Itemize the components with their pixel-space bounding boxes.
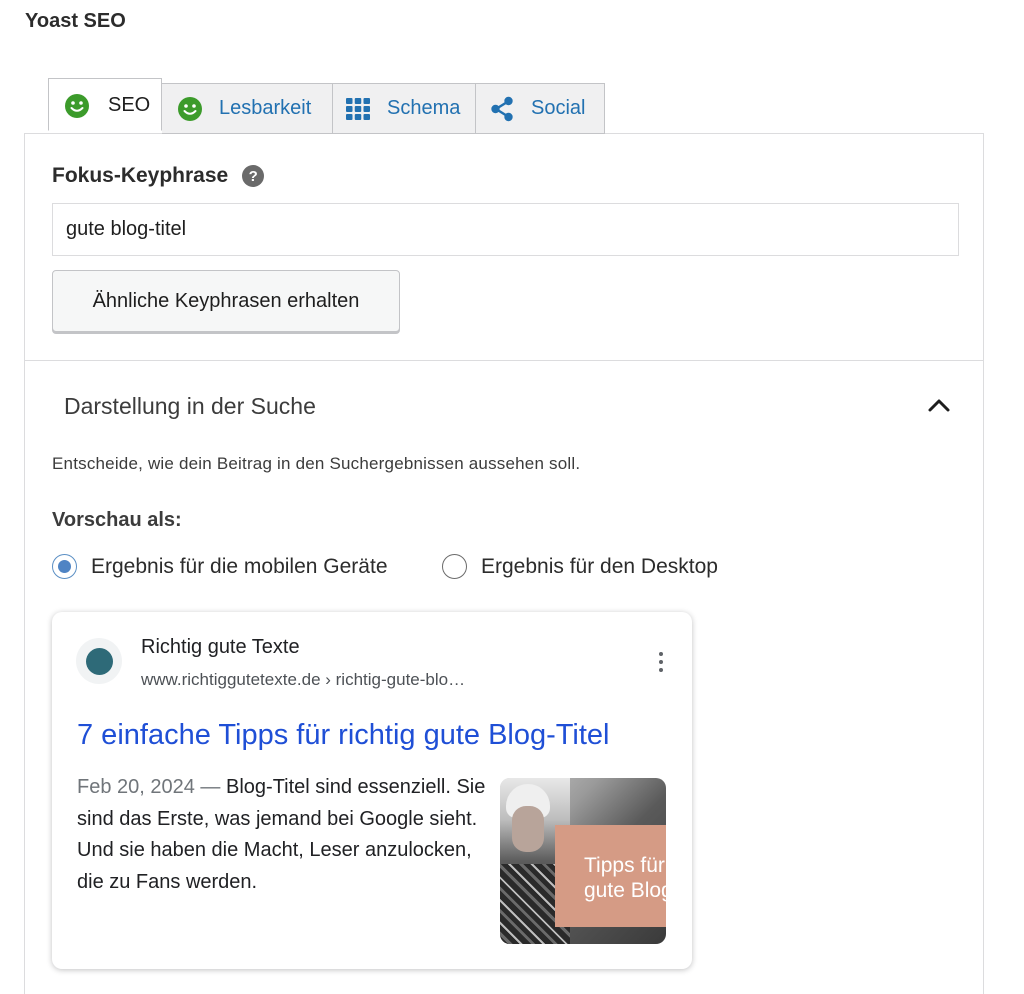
grid-icon — [345, 96, 371, 122]
radio-mobile-result[interactable]: Ergebnis für die mobilen Geräte — [52, 554, 388, 579]
tab-social[interactable]: Social — [476, 83, 605, 134]
preview-snippet: Feb 20, 2024 — Blog-Titel sind essenziel… — [77, 772, 487, 898]
share-icon — [489, 96, 515, 122]
favicon-icon — [85, 647, 113, 675]
smiley-icon — [177, 96, 203, 122]
tab-schema-label: Schema — [387, 97, 461, 119]
tab-seo[interactable]: SEO — [48, 78, 162, 131]
help-icon[interactable]: ? — [242, 165, 265, 187]
preview-title[interactable]: 7 einfache Tipps für richtig gute Blog-T… — [77, 719, 609, 752]
radio-desktop-label: Ergebnis für den Desktop — [481, 554, 718, 578]
thumbnail-text-line-1: Tipps für r — [584, 854, 666, 877]
preview-date-separator: — — [194, 776, 226, 798]
google-preview-card: Richtig gute Texte www.richtiggutetexte.… — [52, 612, 692, 969]
more-vertical-icon[interactable] — [655, 652, 667, 678]
search-appearance-description: Entscheide, wie dein Beitrag in den Such… — [52, 454, 581, 473]
seo-panel: Fokus-Keyphrase ? Ähnliche Keyphrasen er… — [24, 133, 984, 994]
tab-bar: SEO Lesbarkeit Schema Social — [48, 78, 605, 134]
smiley-icon — [64, 93, 90, 119]
thumbnail-face — [512, 806, 544, 852]
focus-keyphrase-label-text: Fokus-Keyphrase — [52, 164, 229, 187]
get-related-keyphrases-button[interactable]: Ähnliche Keyphrasen erhalten — [52, 270, 400, 332]
thumbnail-overlay: Tipps für rgute Blog — [555, 825, 666, 927]
radio-button-checked[interactable] — [52, 554, 77, 579]
radio-mobile-label: Ergebnis für die mobilen Geräte — [91, 554, 388, 578]
favicon — [76, 638, 122, 684]
tab-lesbarkeit[interactable]: Lesbarkeit — [162, 83, 333, 134]
preview-thumbnail[interactable]: Tipps für rgute Blog — [500, 778, 666, 944]
tab-lesbarkeit-label: Lesbarkeit — [219, 97, 312, 119]
focus-keyphrase-label: Fokus-Keyphrase ? — [52, 164, 265, 188]
radio-button-unchecked[interactable] — [442, 554, 467, 579]
metabox-title: Yoast SEO — [25, 10, 126, 32]
preview-as-label: Vorschau als: — [52, 509, 182, 531]
focus-keyphrase-input[interactable] — [52, 203, 959, 256]
preview-date: Feb 20, 2024 — [77, 776, 195, 798]
search-appearance-title[interactable]: Darstellung in der Suche — [64, 393, 316, 420]
tab-schema[interactable]: Schema — [333, 83, 476, 134]
radio-desktop-result[interactable]: Ergebnis für den Desktop — [442, 554, 718, 579]
preview-site-name: Richtig gute Texte — [141, 636, 300, 658]
tab-seo-label: SEO — [108, 94, 151, 116]
thumbnail-text-line-2: gute Blog — [584, 879, 666, 902]
section-divider — [25, 360, 983, 361]
tab-social-label: Social — [531, 97, 586, 119]
chevron-up-icon[interactable] — [925, 392, 953, 420]
preview-url: www.richtiggutetexte.de › richtig-gute-b… — [141, 670, 466, 689]
